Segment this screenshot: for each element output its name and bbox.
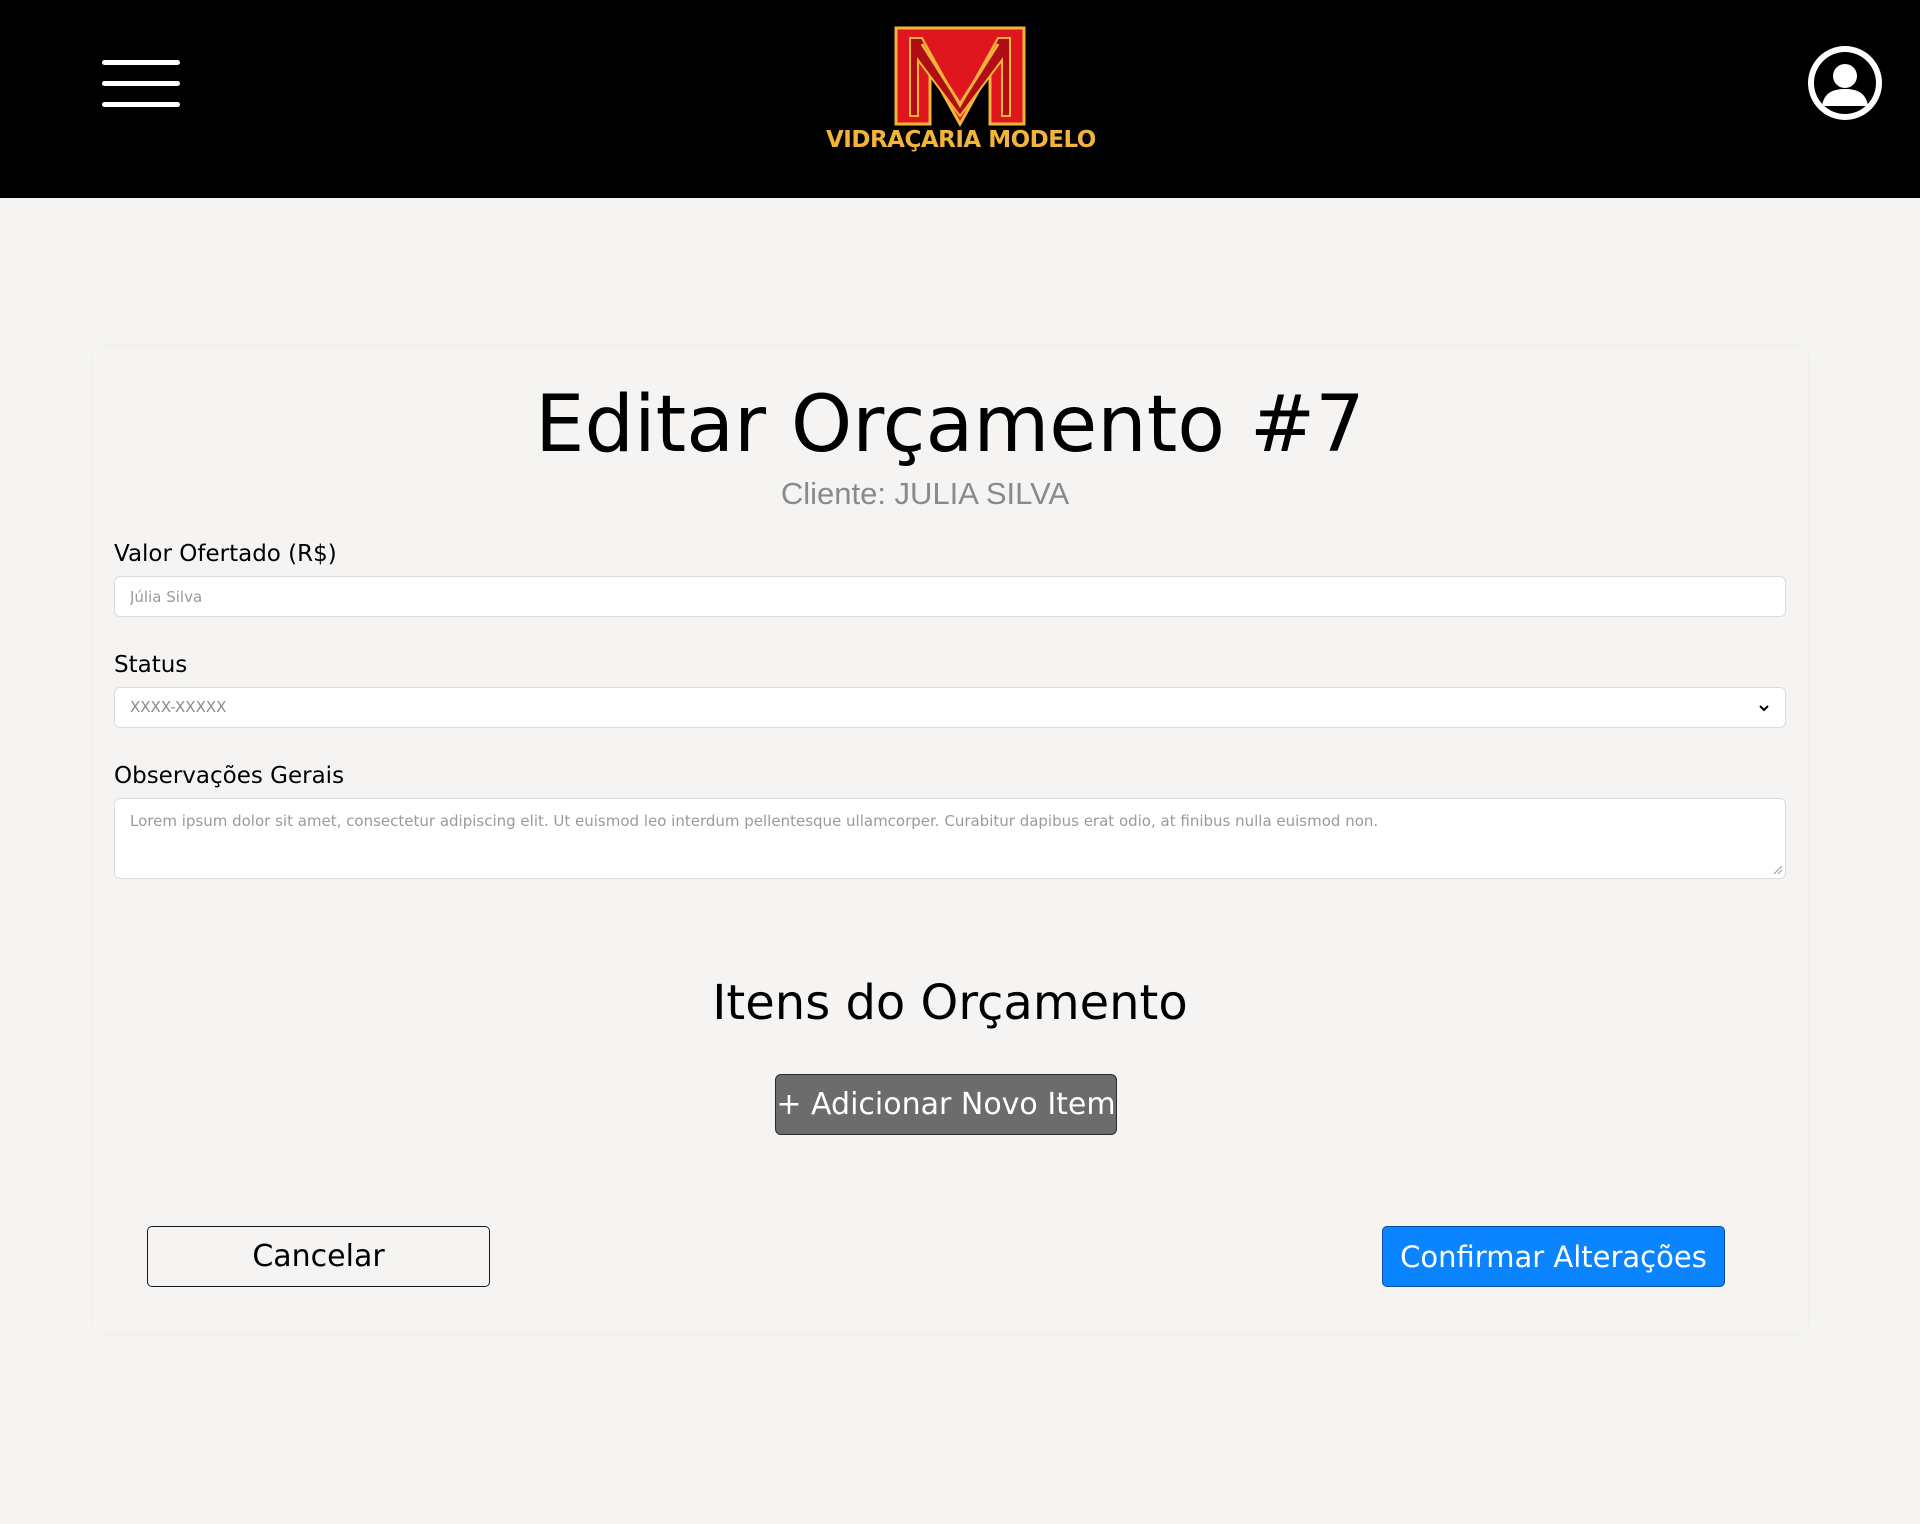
hamburger-menu-icon[interactable] xyxy=(100,58,182,112)
valor-ofertado-label: Valor Ofertado (R$) xyxy=(114,541,337,567)
menu-line xyxy=(102,102,180,107)
logo-m-icon xyxy=(894,26,1026,128)
user-silhouette-icon xyxy=(1814,52,1876,114)
add-item-button[interactable]: + Adicionar Novo Item xyxy=(775,1074,1117,1135)
page-title: Editar Orçamento #7 xyxy=(535,380,1365,470)
observacoes-label: Observações Gerais xyxy=(114,763,345,789)
user-profile-icon[interactable] xyxy=(1808,46,1882,120)
client-name-subtitle: Cliente: JULIA SILVA xyxy=(780,476,1070,511)
confirm-changes-button[interactable]: Confirmar Alterações xyxy=(1382,1226,1725,1287)
cancel-button[interactable]: Cancelar xyxy=(147,1226,490,1287)
status-label: Status xyxy=(114,652,188,678)
logo-text: VIDRAÇARIA MODELO xyxy=(826,127,1096,153)
status-selected-value: XXXX-XXXXX xyxy=(130,698,227,716)
valor-ofertado-input[interactable] xyxy=(114,576,1786,617)
menu-line xyxy=(102,81,180,86)
status-select[interactable]: XXXX-XXXXX xyxy=(114,687,1786,728)
company-logo[interactable]: VIDRAÇARIA MODELO xyxy=(826,20,1096,160)
menu-line xyxy=(102,60,180,65)
chevron-down-icon xyxy=(1759,705,1769,712)
items-section-title: Itens do Orçamento xyxy=(712,975,1188,1031)
top-navigation-bar: VIDRAÇARIA MODELO xyxy=(0,0,1920,198)
resize-grip-icon[interactable] xyxy=(1772,864,1783,875)
observacoes-textarea[interactable] xyxy=(114,798,1786,879)
